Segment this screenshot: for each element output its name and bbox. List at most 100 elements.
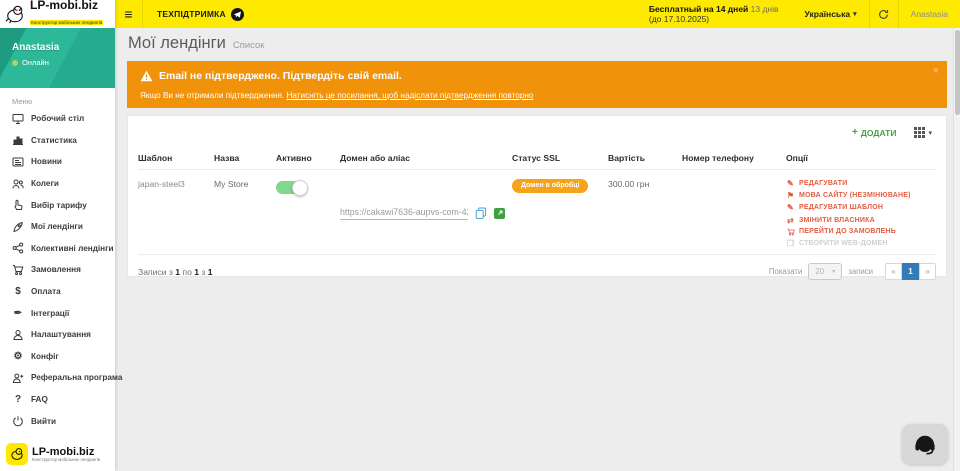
refresh-button[interactable] (869, 0, 899, 28)
support-chat-button[interactable] (902, 424, 948, 464)
active-toggle[interactable] (276, 181, 306, 194)
sidebar-item-tariff[interactable]: Вибір тарифу (0, 194, 115, 216)
sidebar-item-integrations[interactable]: ✒ Інтеграції (0, 302, 115, 324)
cell-options: ✎РЕДАГУВАТИ ⚑МОВА САЙТУ (НЕЗМІНЮВАНЕ) ✎Р… (786, 179, 936, 248)
card-toolbar: + ДОДАТИ ▾ (138, 116, 936, 149)
sidebar-user-panel: Anastasia Онлайн (0, 28, 115, 88)
option-change-owner[interactable]: ⇄ЗМІНИТИ ВЛАСНИКА (786, 216, 936, 225)
copy-icon: ❐ (786, 239, 795, 248)
sidebar-menu: Робочий стіл Статистика Новини Колеги Ви… (0, 108, 115, 432)
sidebar-item-config[interactable]: ⚙ Конфіг (0, 346, 115, 368)
support-link[interactable]: ТЕХПІДТРИМКА (143, 0, 258, 28)
logo-tagline: Конструктор мобільних лендингів (30, 20, 103, 25)
option-site-language[interactable]: ⚑МОВА САЙТУ (НЕЗМІНЮВАНЕ) (786, 191, 936, 200)
col-header-active[interactable]: Активно (276, 153, 340, 163)
add-landing-button[interactable]: + ДОДАТИ (852, 127, 896, 138)
sidebar-item-label: Оплата (31, 287, 61, 296)
trial-info: Бесплатный на 14 дней 13 днів (до 17.10.… (649, 4, 779, 24)
chart-icon (12, 134, 24, 146)
open-external-icon[interactable] (494, 208, 505, 219)
sidebar-item-label: Колективні лендінги (31, 244, 114, 253)
page-titlebar: Мої лендінги Список (115, 28, 960, 59)
sidebar: LP-mobi.biz Конструктор мобільних лендин… (0, 0, 115, 471)
col-header-template[interactable]: Шаблон (138, 153, 214, 163)
copy-icon[interactable] (475, 207, 487, 219)
sidebar-item-label: Вибір тарифу (31, 201, 87, 210)
sidebar-item-desktop[interactable]: Робочий стіл (0, 108, 115, 130)
trial-until-date: (до 17.10.2025) (649, 14, 779, 24)
col-header-ssl[interactable]: Статус SSL (512, 153, 608, 163)
view-mode-button[interactable]: ▾ (914, 127, 932, 138)
ssl-status-badge: Домен в обробці (512, 179, 588, 193)
cell-template: japan-steel3 (138, 179, 214, 248)
sidebar-item-faq[interactable]: ? FAQ (0, 389, 115, 411)
language-selector[interactable]: Українська ▾ (793, 0, 869, 28)
col-header-options[interactable]: Опції (786, 153, 936, 163)
language-label: Українська (805, 9, 851, 19)
option-create-web-domain[interactable]: ❐СТВОРИТИ WEB-ДОМЕН (786, 239, 936, 248)
option-edit-template[interactable]: ✎РЕДАГУВАТИ ШАБЛОН (786, 203, 936, 212)
sidebar-item-my-landings[interactable]: Мої лендінги (0, 216, 115, 238)
sidebar-item-label: Новини (31, 157, 62, 166)
online-status-dot (12, 60, 18, 66)
chevron-down-icon: ▾ (853, 10, 857, 18)
sidebar-item-label: FAQ (31, 395, 48, 404)
prev-page-button[interactable]: « (885, 263, 902, 280)
page-size-value: 20 (815, 267, 824, 276)
power-icon (12, 415, 24, 427)
dog-mascot-icon (4, 4, 26, 24)
col-header-price[interactable]: Вартість (608, 153, 682, 163)
domain-link[interactable]: https://cakawi7636-aupvs-com-42 (340, 207, 468, 220)
chevron-down-icon: ▾ (928, 129, 932, 137)
sidebar-item-collective-landings[interactable]: Колективні лендінги (0, 238, 115, 260)
option-go-to-orders[interactable]: ПЕРЕЙТИ ДО ЗАМОВЛЕНЬ (786, 228, 936, 236)
user-icon (12, 329, 24, 341)
landings-icon (12, 221, 24, 233)
sidebar-user-name: Anastasia (12, 42, 115, 53)
news-icon (12, 156, 24, 168)
sidebar-item-colleagues[interactable]: Колеги (0, 173, 115, 195)
cart-icon (786, 228, 795, 236)
sidebar-footer-logo[interactable]: LP-mobi.biz Конструктор мобільних лендин… (0, 443, 115, 465)
footer-logo-tagline: Конструктор мобільних лендингів (32, 457, 100, 462)
sidebar-item-statistics[interactable]: Статистика (0, 130, 115, 152)
app-window: LP-mobi.biz Конструктор мобільних лендин… (0, 0, 960, 471)
sidebar-item-label: Мої лендінги (31, 222, 83, 231)
col-header-domain[interactable]: Домен або аліас (340, 153, 512, 163)
sidebar-item-label: Статистика (31, 136, 77, 145)
page-size-select[interactable]: 20 ▾ (808, 263, 842, 280)
col-header-phone[interactable]: Номер телефону (682, 153, 786, 163)
page-1-button[interactable]: 1 (902, 263, 919, 280)
sidebar-user-status: Онлайн (22, 58, 49, 67)
hamburger-menu-icon[interactable]: ≡ (115, 0, 143, 28)
question-icon: ? (12, 394, 24, 406)
sidebar-logo[interactable]: LP-mobi.biz Конструктор мобільних лендин… (0, 0, 115, 28)
trial-plan-label: Бесплатный на 14 дней (649, 4, 748, 14)
scrollbar-thumb[interactable] (955, 30, 960, 115)
table-row: japan-steel3 My Store https://cakawi7636… (138, 170, 936, 255)
user-plus-icon (12, 372, 24, 384)
resend-confirmation-link[interactable]: Натисніть це посилання, щоб надіслати пі… (286, 91, 533, 100)
close-icon[interactable]: × (933, 65, 939, 77)
header-username[interactable]: Anastasia (899, 9, 960, 19)
cell-price: 300.00 грн (608, 179, 682, 248)
sidebar-item-referral[interactable]: Реферальна програма (0, 367, 115, 389)
grid-view-icon (914, 127, 925, 138)
tariff-icon (12, 199, 24, 211)
records-label: записи (848, 267, 873, 276)
col-header-name[interactable]: Назва (214, 153, 276, 163)
footer-logo-title: LP-mobi.biz (32, 447, 100, 457)
sidebar-item-label: Інтеграції (31, 309, 69, 318)
sidebar-item-label: Налаштування (31, 330, 91, 339)
sidebar-item-logout[interactable]: Вийти (0, 410, 115, 432)
option-edit[interactable]: ✎РЕДАГУВАТИ (786, 179, 936, 188)
sidebar-item-payment[interactable]: $ Оплата (0, 281, 115, 303)
next-page-button[interactable]: » (919, 263, 936, 280)
email-alert-banner: Email не підтверджено. Підтвердіть свій … (127, 61, 947, 108)
edit-icon: ✎ (786, 203, 795, 212)
sidebar-item-news[interactable]: Новини (0, 151, 115, 173)
sidebar-item-settings[interactable]: Налаштування (0, 324, 115, 346)
sidebar-item-orders[interactable]: Замовлення (0, 259, 115, 281)
records-info: Записи з 1 по 1 з 1 (138, 267, 213, 277)
top-header: ≡ ТЕХПІДТРИМКА Бесплатный на 14 дней 13 … (115, 0, 960, 28)
